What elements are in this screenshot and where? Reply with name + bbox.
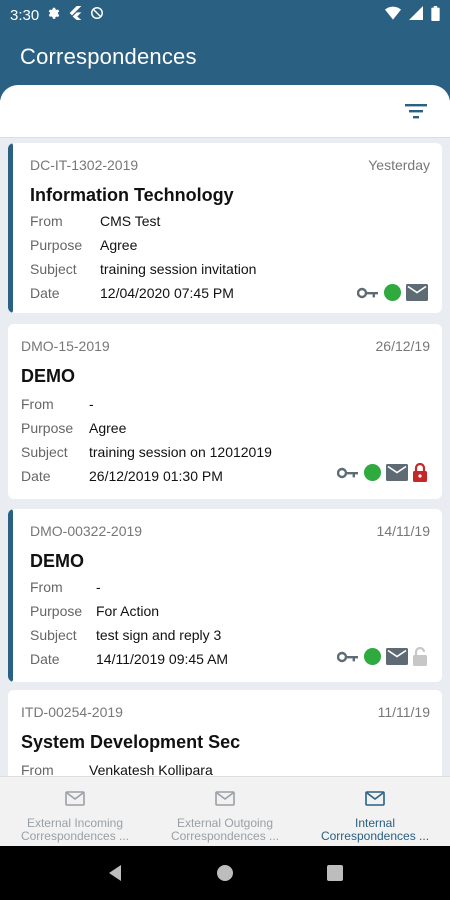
date-label: Date	[30, 651, 60, 667]
flutter-icon	[69, 6, 82, 24]
key-icon	[337, 467, 359, 479]
lock-open-icon	[412, 647, 428, 666]
green-dot-icon	[383, 283, 402, 302]
reference-number: DMO-15-2019	[21, 338, 110, 354]
correspondence-card[interactable]: ITD-00254-2019 11/11/19 System Developme…	[8, 690, 442, 776]
home-icon[interactable]	[205, 853, 245, 893]
received-date: Yesterday	[368, 157, 430, 173]
filter-bar	[0, 85, 450, 138]
date-value: 26/12/2019 01:30 PM	[89, 468, 223, 484]
purpose-value: For Action	[96, 603, 160, 619]
card-title: DEMO	[21, 366, 75, 386]
date-value: 12/04/2020 07:45 PM	[100, 285, 234, 301]
from-value: Venkatesh Kollipara	[89, 762, 213, 776]
mail-icon	[65, 791, 85, 811]
green-dot-icon	[363, 647, 382, 666]
green-dot-icon	[363, 463, 382, 482]
subject-label: Subject	[30, 627, 77, 643]
received-date: 14/11/19	[376, 523, 430, 539]
subject-value: test sign and reply 3	[96, 627, 222, 643]
reference-number: DMO-00322-2019	[30, 523, 143, 539]
mail-icon	[386, 464, 408, 481]
card-title: Information Technology	[30, 185, 234, 205]
signal-icon	[409, 6, 423, 24]
tab-label: External Outgoing Correspondences ...	[170, 816, 280, 843]
mail-icon	[365, 791, 385, 811]
recents-icon[interactable]	[315, 853, 355, 893]
date-label: Date	[21, 468, 51, 484]
from-label: From	[21, 762, 54, 776]
status-icons	[357, 283, 428, 302]
lock-closed-icon	[412, 463, 428, 482]
wifi-icon	[385, 6, 401, 24]
bottom-navigation: External Incoming Correspondences ... Ex…	[0, 776, 450, 846]
from-value: -	[96, 579, 101, 595]
at-sign-icon	[90, 6, 104, 24]
system-navigation-bar	[0, 846, 450, 900]
mail-icon	[406, 284, 428, 301]
purpose-label: Purpose	[21, 420, 74, 436]
subject-value: training session invitation	[100, 261, 257, 277]
subject-label: Subject	[21, 444, 68, 460]
date-value: 14/11/2019 09:45 AM	[96, 651, 229, 667]
from-value: -	[89, 396, 94, 412]
status-time: 3:30	[10, 6, 40, 24]
status-icons	[337, 647, 428, 666]
key-icon	[337, 651, 359, 663]
purpose-value: Agree	[100, 237, 138, 253]
mail-icon	[386, 648, 408, 665]
from-label: From	[30, 213, 63, 229]
tab-label: External Incoming Correspondences ...	[20, 816, 130, 843]
correspondence-card[interactable]: DMO-00322-2019 14/11/19 DEMO From - Purp…	[8, 509, 442, 682]
card-title: System Development Sec	[21, 732, 241, 752]
reference-number: DC-IT-1302-2019	[30, 157, 139, 173]
filter-icon[interactable]	[404, 101, 428, 121]
battery-icon	[431, 5, 440, 25]
tab-internal[interactable]: Internal Correspondences ...	[300, 777, 450, 846]
status-icons	[337, 463, 428, 482]
purpose-label: Purpose	[30, 237, 83, 253]
gear-icon	[47, 6, 61, 24]
from-value: CMS Test	[100, 213, 161, 229]
subject-value: training session on 12012019	[89, 444, 272, 460]
card-title: DEMO	[30, 551, 84, 571]
date-label: Date	[30, 285, 60, 301]
purpose-value: Agree	[89, 420, 127, 436]
received-date: 26/12/19	[375, 338, 431, 354]
correspondence-list: DC-IT-1302-2019 Yesterday Information Te…	[0, 138, 450, 776]
key-icon	[357, 287, 379, 299]
purpose-label: Purpose	[30, 603, 83, 619]
correspondence-card[interactable]: DMO-15-2019 26/12/19 DEMO From - Purpose…	[8, 324, 442, 499]
page-title: Correspondences	[20, 44, 197, 69]
from-label: From	[21, 396, 54, 412]
received-date: 11/11/19	[377, 704, 430, 720]
reference-number: ITD-00254-2019	[21, 704, 123, 720]
back-icon[interactable]	[95, 853, 135, 893]
tab-label: Internal Correspondences ...	[320, 816, 430, 843]
tab-external-incoming[interactable]: External Incoming Correspondences ...	[0, 777, 150, 846]
status-bar: 3:30	[0, 0, 450, 30]
subject-label: Subject	[30, 261, 77, 277]
mail-icon	[215, 791, 235, 811]
from-label: From	[30, 579, 63, 595]
tab-external-outgoing[interactable]: External Outgoing Correspondences ...	[150, 777, 300, 846]
correspondence-card[interactable]: DC-IT-1302-2019 Yesterday Information Te…	[8, 143, 442, 313]
